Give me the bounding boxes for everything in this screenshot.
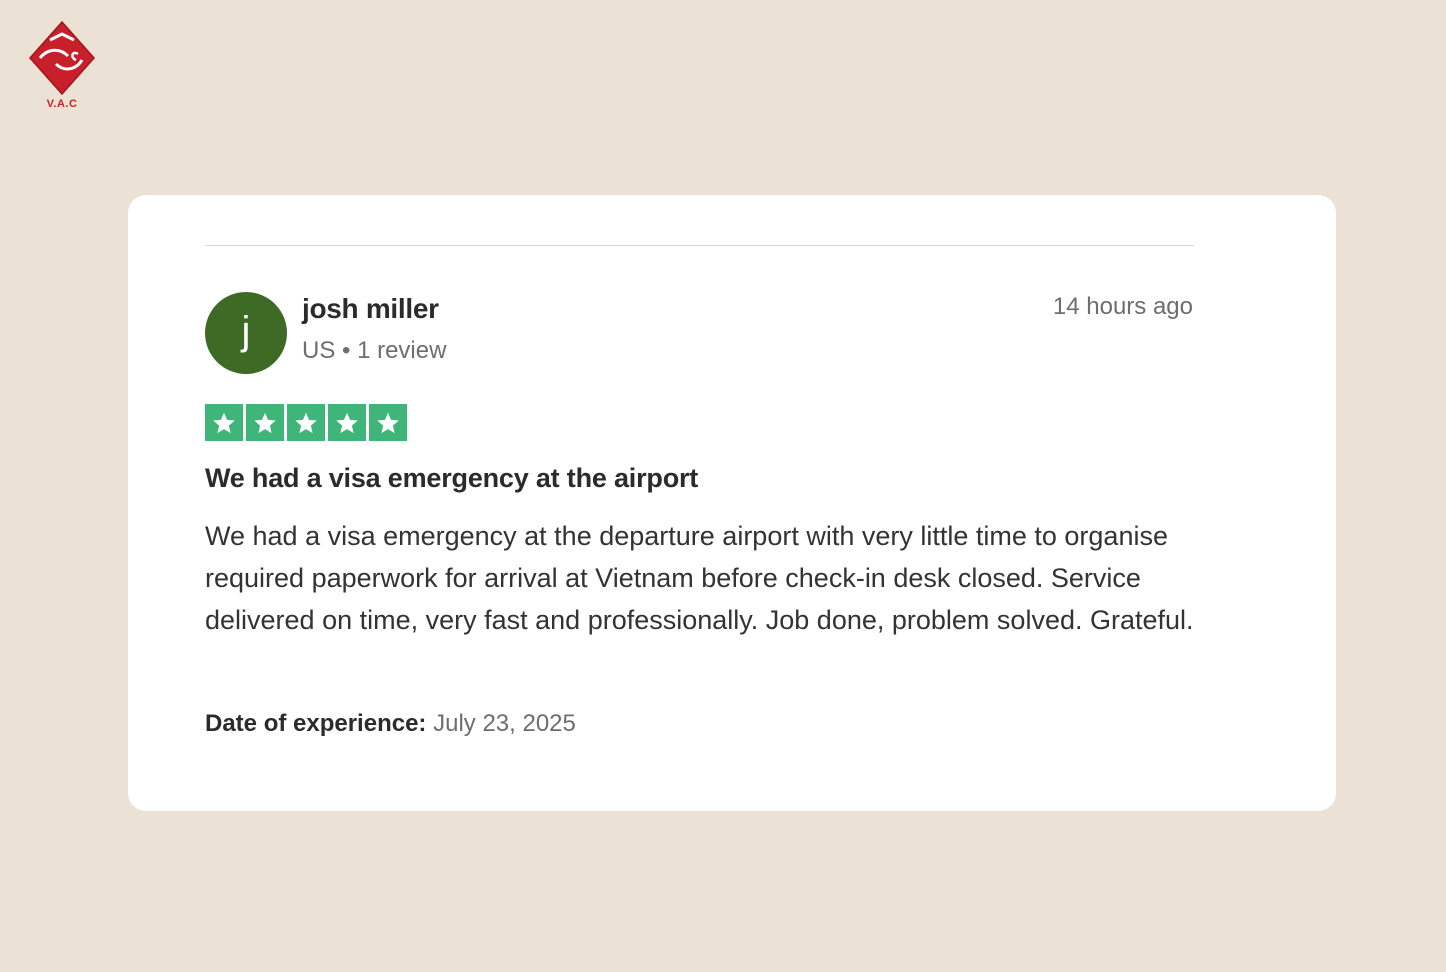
review-title: We had a visa emergency at the airport [205,463,699,493]
review-card: j josh miller US • 1 review 14 hours ago… [128,195,1336,811]
avatar-initial: j [241,309,251,353]
review-body: We had a visa emergency at the departure… [205,521,1194,635]
review-timestamp: 14 hours ago [1052,293,1193,320]
star-icon [287,404,325,441]
reviewer-meta: US • 1 review [302,337,447,364]
star-icon [328,404,366,441]
avatar[interactable]: j [205,292,287,374]
divider [205,245,1194,246]
star-icon [246,404,284,441]
experience-label: Date of experience: [205,710,427,737]
vac-logo-icon [28,20,96,96]
reviewer-name[interactable]: josh miller [302,293,439,325]
star-icon [369,404,407,441]
experience-date: July 23, 2025 [433,710,576,737]
vac-logo: V.A.C [26,18,98,114]
star-rating [205,404,407,441]
star-icon [205,404,243,441]
logo-text: V.A.C [46,98,78,110]
date-of-experience: Date of experience: July 23, 2025 [205,710,576,738]
